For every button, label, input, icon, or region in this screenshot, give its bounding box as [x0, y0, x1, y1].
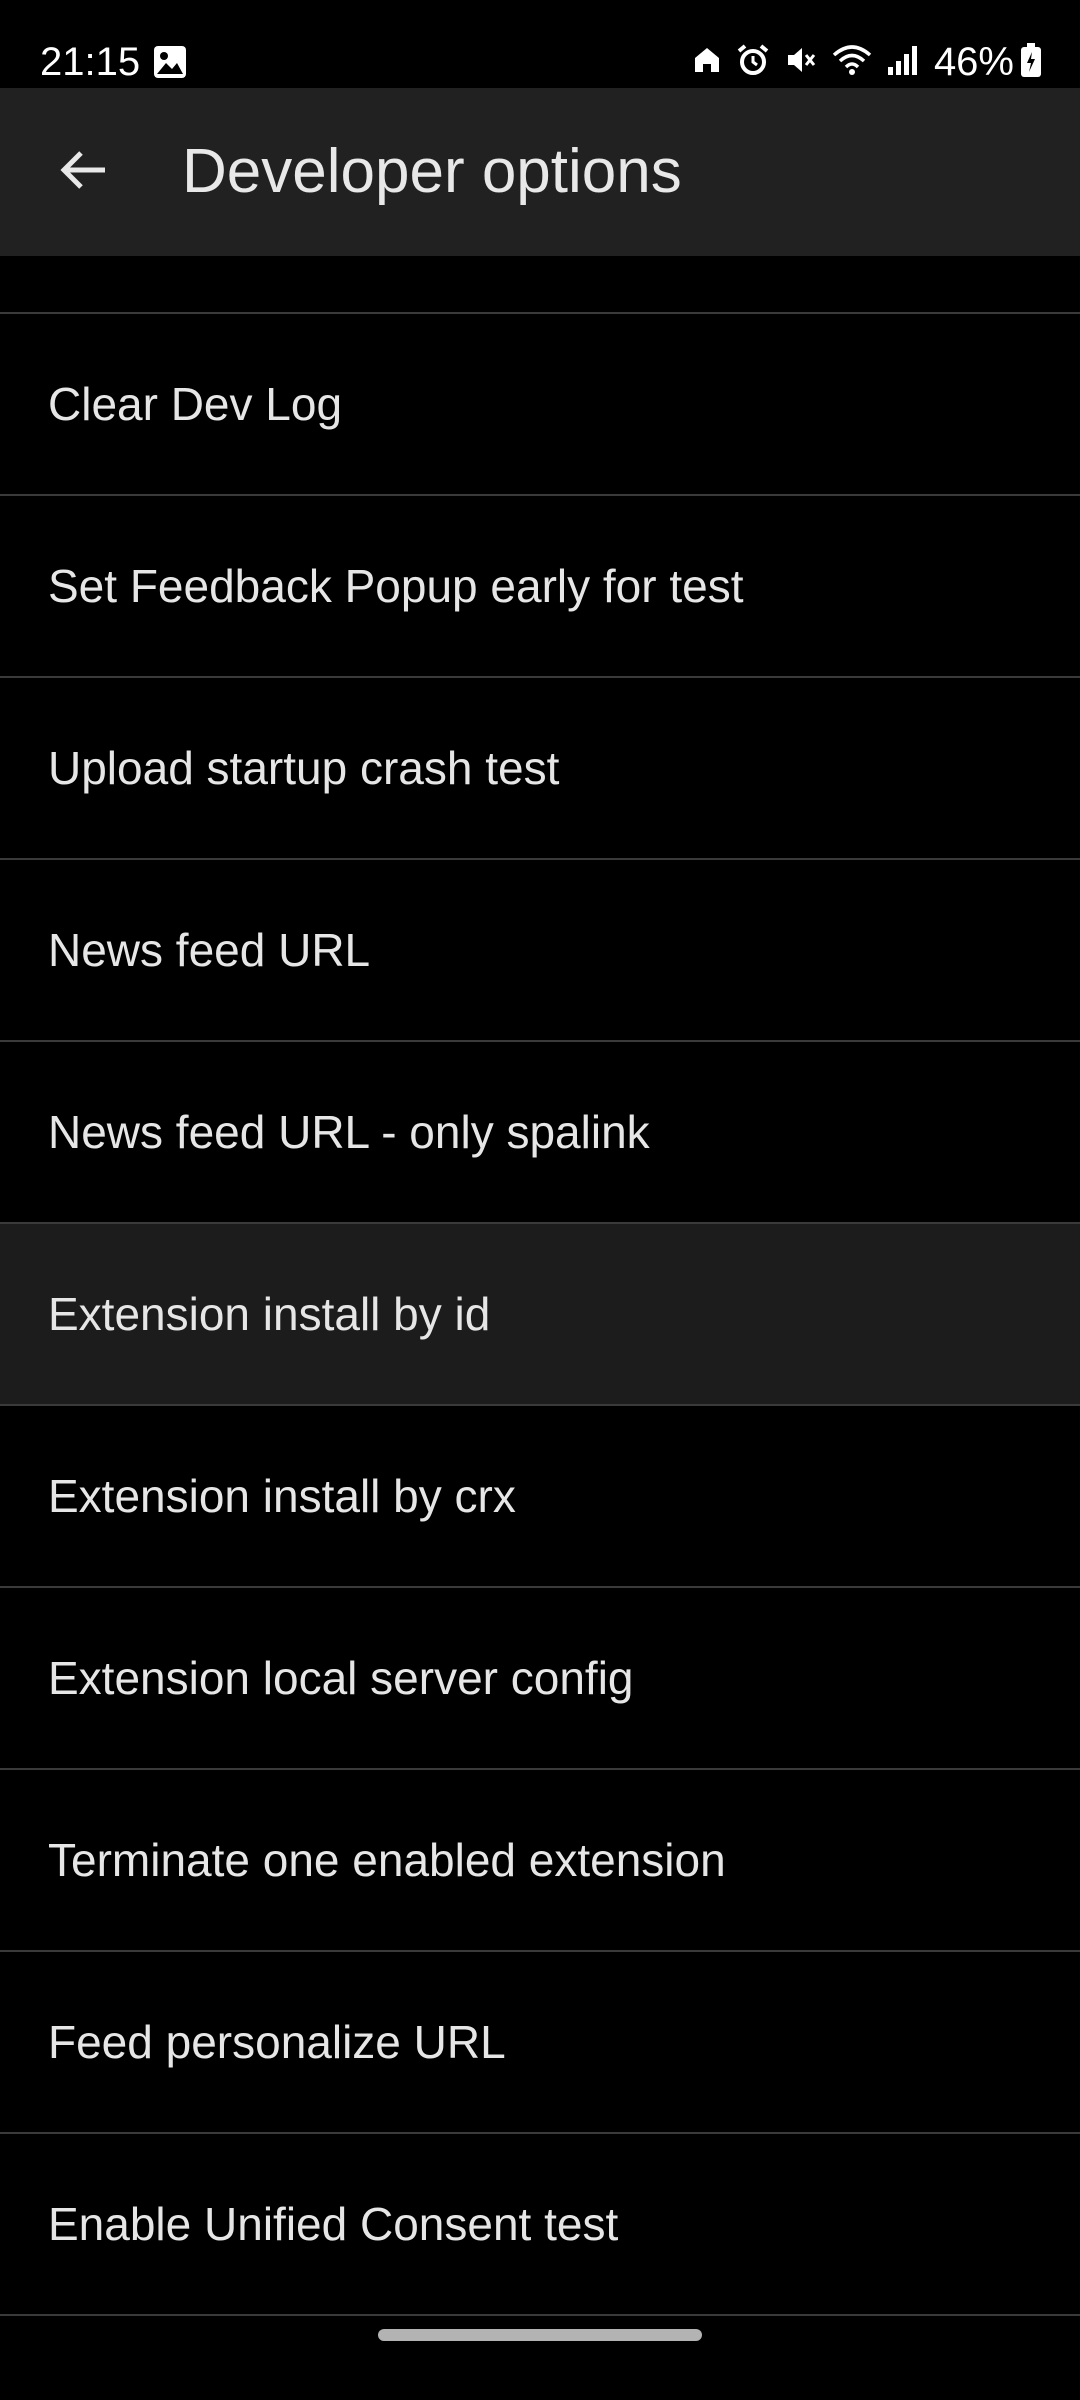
signal-icon: [886, 43, 920, 81]
list-item-news-feed-url[interactable]: News feed URL: [0, 860, 1080, 1042]
mute-icon: [784, 43, 818, 81]
list-item-set-feedback-popup[interactable]: Set Feedback Popup early for test: [0, 496, 1080, 678]
arrow-left-icon: [57, 144, 109, 200]
list-item-extension-local-server-config[interactable]: Extension local server config: [0, 1588, 1080, 1770]
home-icon: [692, 45, 722, 79]
list-item-extension-install-by-crx[interactable]: Extension install by crx: [0, 1406, 1080, 1588]
battery-percent: 46%: [933, 40, 1014, 84]
status-bar: 21:15 46%: [0, 0, 1080, 88]
alarm-icon: [736, 43, 770, 81]
list-item-news-feed-url-spalink[interactable]: News feed URL - only spalink: [0, 1042, 1080, 1224]
gesture-nav-handle[interactable]: [378, 2329, 702, 2341]
page-title: Developer options: [182, 137, 682, 206]
toolbar: Developer options: [0, 88, 1080, 256]
list-item-feed-personalize-url[interactable]: Feed personalize URL: [0, 1952, 1080, 2134]
list-item-upload-startup-crash-test[interactable]: Upload startup crash test: [0, 678, 1080, 860]
list-item-terminate-extension[interactable]: Terminate one enabled extension: [0, 1770, 1080, 1952]
battery-icon: [1020, 42, 1042, 82]
list-top-divider: [0, 256, 1080, 314]
gallery-icon: [152, 44, 188, 80]
list-item-extension-install-by-id[interactable]: Extension install by id: [0, 1224, 1080, 1406]
wifi-icon: [832, 43, 872, 81]
back-button[interactable]: [38, 132, 128, 212]
list-item-clear-dev-log[interactable]: Clear Dev Log: [0, 314, 1080, 496]
status-time: 21:15: [40, 40, 141, 84]
status-icons: 46%: [678, 34, 1042, 90]
settings-list: Clear Dev Log Set Feedback Popup early f…: [0, 256, 1080, 2316]
list-item-enable-unified-consent-test[interactable]: Enable Unified Consent test: [0, 2134, 1080, 2316]
